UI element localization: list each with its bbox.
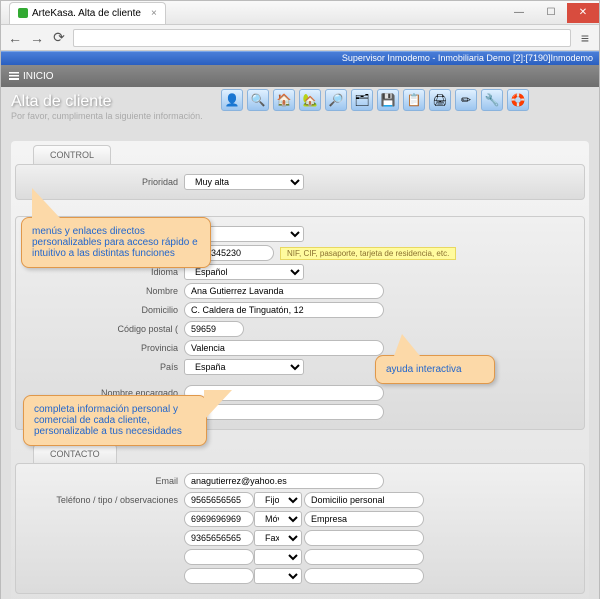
toolbar-icon[interactable]: 👤 [221, 89, 243, 111]
chrome-menu-icon[interactable]: ≡ [577, 30, 593, 46]
inicio-menu[interactable]: INICIO [9, 71, 54, 82]
domicilio-input[interactable] [184, 302, 384, 318]
toolbar-icon[interactable]: 🏡 [299, 89, 321, 111]
prioridad-select[interactable]: Muy alta [184, 174, 304, 190]
label-email: Email [22, 476, 184, 486]
email-input[interactable] [184, 473, 384, 489]
phone-num-input[interactable] [184, 530, 254, 546]
callout-info: completa información personal y comercia… [23, 395, 207, 446]
tab-title: ArteKasa. Alta de cliente [32, 8, 141, 19]
identificacion-hint: NIF, CIF, pasaporte, tarjeta de residenc… [280, 247, 456, 260]
toolbar-icon[interactable]: 💾 [377, 89, 399, 111]
label-provincia: Provincia [22, 343, 184, 353]
phone-obs-input[interactable] [304, 549, 424, 565]
toolbar-icon[interactable]: 🛟 [507, 89, 529, 111]
label-pais: País [22, 362, 184, 372]
tab-control[interactable]: CONTROL [33, 145, 111, 164]
toolbar-icon[interactable]: ✏ [455, 89, 477, 111]
status-bar: Supervisor Inmodemo - Inmobiliaria Demo … [1, 51, 599, 65]
maximize-button[interactable]: ☐ [535, 3, 567, 23]
phone-obs-input[interactable] [304, 511, 424, 527]
phone-obs-input[interactable] [304, 530, 424, 546]
tab-contacto[interactable]: CONTACTO [33, 444, 117, 463]
tab-close-icon[interactable]: × [151, 8, 157, 19]
toolbar-icon[interactable]: 🏠 [273, 89, 295, 111]
close-button[interactable]: ✕ [567, 3, 599, 23]
app-menubar: INICIO [1, 65, 599, 87]
provincia-input[interactable] [184, 340, 384, 356]
label-nombre: Nombre [22, 286, 184, 296]
label-cp: Código postal ( [22, 324, 184, 334]
browser-toolbar: ← → ⟳ ≡ [1, 25, 599, 51]
phone-num-input[interactable] [184, 511, 254, 527]
page-subtitle: Por favor, cumplimenta la siguiente info… [11, 111, 589, 121]
callout-ayuda: ayuda interactiva [375, 355, 495, 384]
label-prioridad: Prioridad [22, 177, 184, 187]
phone-type-select[interactable]: Fijo [254, 492, 302, 508]
hamburger-icon [9, 72, 19, 80]
phone-num-input[interactable] [184, 492, 254, 508]
minimize-button[interactable]: — [503, 3, 535, 23]
pais-select[interactable]: España [184, 359, 304, 375]
favicon [18, 8, 28, 18]
label-telefono: Teléfono / tipo / observaciones [22, 495, 184, 505]
browser-tab[interactable]: ArteKasa. Alta de cliente × [9, 2, 166, 24]
phone-type-select[interactable]: Fax [254, 530, 302, 546]
toolbar-icon[interactable]: 🗂 [351, 89, 373, 111]
browser-titlebar: ArteKasa. Alta de cliente × — ☐ ✕ [1, 1, 599, 25]
phone-type-select[interactable]: Móv [254, 511, 302, 527]
toolbar-icon[interactable]: 📋 [403, 89, 425, 111]
back-icon[interactable]: ← [7, 30, 23, 46]
callout-menus: menús y enlaces directos personalizables… [21, 217, 211, 268]
phone-obs-input[interactable] [304, 568, 424, 584]
nombre-input[interactable] [184, 283, 384, 299]
toolbar-icon[interactable]: 🔍 [247, 89, 269, 111]
phone-type-select[interactable] [254, 568, 302, 584]
label-idioma: Idioma [22, 267, 184, 277]
toolbar-icon[interactable]: 🖨 [429, 89, 451, 111]
toolbar-icon[interactable]: 🔎 [325, 89, 347, 111]
phone-num-input[interactable] [184, 568, 254, 584]
phone-type-select[interactable] [254, 549, 302, 565]
cp-input[interactable] [184, 321, 244, 337]
toolbar-icons: 👤 🔍 🏠 🏡 🔎 🗂 💾 📋 🖨 ✏ 🔧 🛟 [221, 89, 529, 111]
toolbar-icon[interactable]: 🔧 [481, 89, 503, 111]
phone-obs-input[interactable] [304, 492, 424, 508]
url-input[interactable] [73, 29, 571, 47]
label-domicilio: Domicilio [22, 305, 184, 315]
forward-icon[interactable]: → [29, 30, 45, 46]
phone-num-input[interactable] [184, 549, 254, 565]
reload-icon[interactable]: ⟳ [51, 29, 67, 46]
